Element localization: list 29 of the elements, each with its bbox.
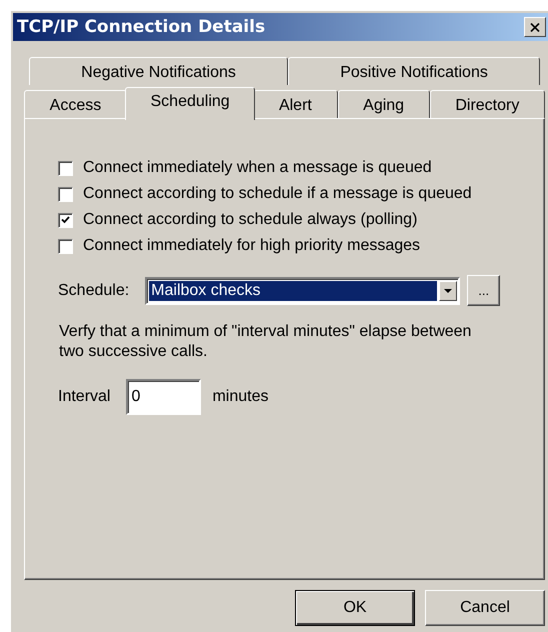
note-text: Verfy that a minimum of "interval minutes" elapse between two successive calls. [59,322,472,362]
option-label: Connect immediately for high priority messages [83,237,420,255]
option-label: Connect according to schedule always (polling) [83,211,418,229]
browse-button[interactable]: ... [467,275,500,306]
window-title: TCP/IP Connection Details [17,17,266,37]
schedule-label: Schedule: [58,282,130,300]
interval-field[interactable]: 0 [126,379,202,415]
tab[interactable]: Aging [338,90,430,118]
dropdown-arrow-icon [444,288,452,292]
checkbox[interactable] [58,160,73,176]
checkbox[interactable] [58,212,73,228]
tab[interactable]: Directory [430,90,545,118]
checkbox[interactable] [58,238,73,254]
tab[interactable]: Negative Notifications [29,57,288,85]
tab[interactable]: Positive Notifications [288,57,540,85]
option-label: Connect according to schedule if a message is queued [83,185,472,203]
close-icon [530,22,540,32]
cancel-button[interactable]: Cancel [425,590,545,626]
ok-button[interactable]: OK [295,590,415,626]
interval-label: Interval [58,388,110,406]
tab[interactable]: Alert [253,90,338,118]
checkbox[interactable] [58,186,73,202]
checkmark-icon [61,216,70,224]
close-button[interactable] [524,17,546,37]
option-label: Connect immediately when a message is queued [83,159,432,177]
tab[interactable]: Access [24,90,127,118]
minutes-label: minutes [212,388,268,406]
tab[interactable]: Scheduling [124,87,256,120]
schedule-dropdown[interactable]: Mailbox checks [145,276,460,304]
